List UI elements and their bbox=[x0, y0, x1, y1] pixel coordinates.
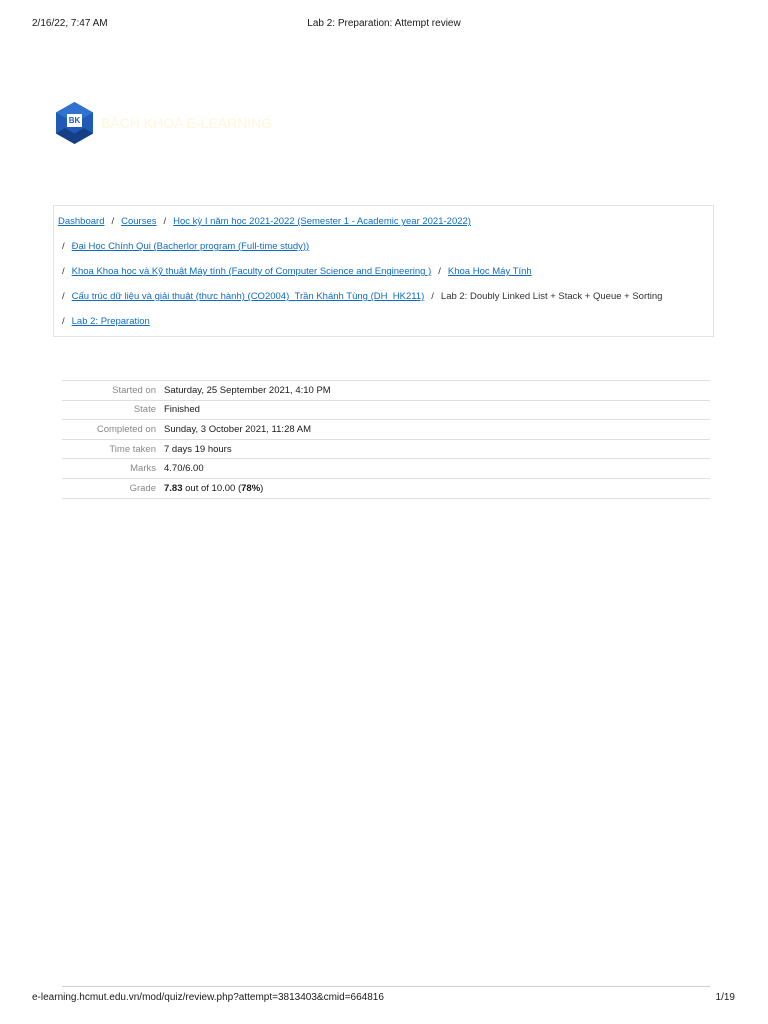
summary-row-state: State Finished bbox=[62, 400, 710, 420]
grade-out-of: out of 10.00 ( bbox=[182, 482, 242, 494]
breadcrumb-dashboard-link[interactable]: Dashboard bbox=[58, 216, 104, 227]
summary-label: State bbox=[133, 404, 156, 416]
bk-logo-icon: BK bbox=[56, 102, 93, 144]
summary-label: Grade bbox=[129, 482, 156, 494]
print-header: 2/16/22, 7:47 AM Lab 2: Preparation: Att… bbox=[0, 18, 768, 32]
summary-label: Started on bbox=[112, 384, 156, 396]
summary-row-time-taken: Time taken 7 days 19 hours bbox=[62, 439, 710, 459]
breadcrumb-course-link[interactable]: Cấu trúc dữ liệu và giải thuật (thực hàn… bbox=[72, 291, 425, 302]
breadcrumb-department-link[interactable]: Khoa Học Máy Tính bbox=[448, 266, 532, 277]
breadcrumb-separator: / bbox=[62, 241, 65, 252]
summary-value: 4.70/6.00 bbox=[164, 463, 204, 475]
breadcrumb-separator: / bbox=[62, 316, 65, 327]
breadcrumb-separator: / bbox=[163, 216, 167, 227]
footer-divider bbox=[62, 986, 710, 987]
breadcrumb-faculty-link[interactable]: Khoa Khoa học và Kỹ thuật Máy tính (Facu… bbox=[72, 266, 432, 277]
breadcrumb-line: / Cấu trúc dữ liệu và giải thuật (thực hà… bbox=[62, 291, 662, 302]
grade-close-paren: ) bbox=[260, 482, 264, 494]
breadcrumb-semester-link[interactable]: Học kỳ I năm học 2021-2022 (Semester 1 -… bbox=[173, 216, 471, 227]
summary-label: Completed on bbox=[96, 423, 156, 435]
breadcrumb-separator: / bbox=[431, 291, 434, 302]
summary-value: 7.83 out of 10.00 (78%) bbox=[164, 478, 710, 498]
breadcrumb-line: Dashboard / Courses / Học kỳ I năm học 2021-… bbox=[58, 216, 471, 227]
summary-row-started-on: Started on Saturday, 25 September 2021, … bbox=[62, 380, 710, 401]
breadcrumb-separator: / bbox=[62, 266, 65, 277]
breadcrumb-separator: / bbox=[438, 266, 441, 277]
breadcrumb-line: / Đại Học Chính Qui (Bacherlor program (F… bbox=[62, 241, 309, 252]
site-logo[interactable]: BK BÁCH KHOA E-LEARNING bbox=[56, 101, 272, 145]
print-page-number: 1/19 bbox=[715, 992, 735, 1003]
breadcrumb-separator: / bbox=[111, 216, 115, 227]
breadcrumb-line: / Khoa Khoa học và Kỹ thuật Máy tính (Fac… bbox=[62, 266, 532, 277]
summary-value: Sunday, 3 October 2021, 11:28 AM bbox=[164, 423, 311, 435]
breadcrumb-line: / Lab 2: Preparation bbox=[62, 316, 150, 327]
breadcrumb-section-text: Lab 2: Doubly Linked List + Stack + Queu… bbox=[440, 291, 663, 302]
summary-label: Marks bbox=[130, 463, 156, 475]
print-url: e-learning.hcmut.edu.vn/mod/quiz/review.… bbox=[32, 992, 384, 1003]
summary-row-grade: Grade 7.83 out of 10.00 (78%) bbox=[62, 478, 710, 499]
breadcrumb-separator: / bbox=[62, 291, 65, 302]
summary-value: 7 days 19 hours bbox=[164, 443, 232, 455]
breadcrumb-program-link[interactable]: Đại Học Chính Qui (Bacherlor program (Fu… bbox=[72, 241, 310, 252]
summary-row-completed-on: Completed on Sunday, 3 October 2021, 11:… bbox=[62, 419, 710, 440]
print-page-title: Lab 2: Preparation: Attempt review bbox=[307, 18, 461, 29]
logo-badge-text: BK bbox=[69, 116, 81, 125]
summary-value: Finished bbox=[164, 404, 200, 416]
summary-label: Time taken bbox=[109, 443, 156, 455]
summary-value: Saturday, 25 September 2021, 4:10 PM bbox=[164, 384, 331, 396]
grade-score: 7.83 bbox=[164, 482, 183, 494]
attempt-summary-table: Started on Saturday, 25 September 2021, … bbox=[62, 380, 710, 499]
summary-row-marks: Marks 4.70/6.00 bbox=[62, 458, 710, 479]
site-name: BÁCH KHOA E-LEARNING bbox=[101, 115, 273, 131]
breadcrumb: Dashboard / Courses / Học kỳ I năm học 2021-… bbox=[53, 205, 714, 337]
breadcrumb-quiz-link[interactable]: Lab 2: Preparation bbox=[72, 316, 150, 327]
grade-percent: 78% bbox=[241, 482, 261, 494]
breadcrumb-courses-link[interactable]: Courses bbox=[121, 216, 156, 227]
